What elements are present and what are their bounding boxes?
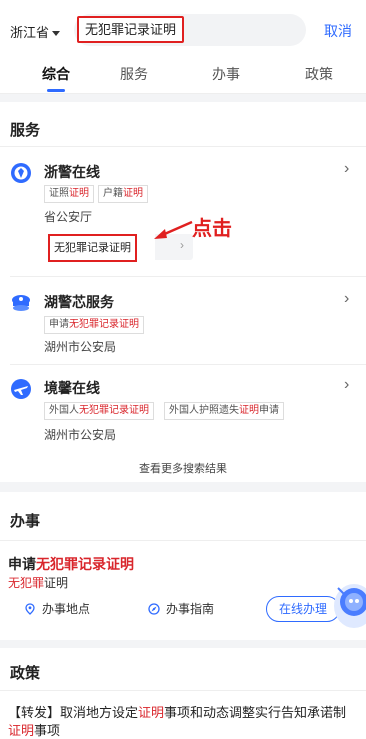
services-section: 服务 浙警在线 › 证照证明 户籍证明 省公安厅 › 无犯罪记录证明 点击 湖警… bbox=[0, 102, 366, 482]
tag-highlight: 证明 bbox=[239, 405, 259, 416]
compass-icon bbox=[148, 603, 160, 615]
tag-text: 外国人 bbox=[49, 405, 79, 416]
service-tag[interactable]: 外国人护照遗失证明申请 bbox=[164, 402, 284, 420]
affairs-item-subtitle: 无犯罪证明 bbox=[8, 574, 68, 591]
policy-item[interactable]: 【转发】取消地方设定证明事项和动态调整实行告知承诺制证明事项 bbox=[8, 704, 358, 739]
service-name-jingxin[interactable]: 境馨在线 bbox=[44, 378, 100, 398]
location-action[interactable]: 办事地点 bbox=[24, 600, 90, 617]
selected-service-tag[interactable]: 无犯罪记录证明 bbox=[48, 234, 137, 262]
airplane-icon bbox=[11, 379, 31, 399]
tag-text: 申请 bbox=[259, 405, 279, 416]
policy-text: 【转发】取消地方设定 bbox=[8, 705, 139, 720]
tag-text: 户籍 bbox=[103, 188, 123, 199]
cancel-button[interactable]: 取消 bbox=[324, 21, 352, 41]
divider bbox=[10, 364, 366, 365]
title-highlight: 无犯罪记录证明 bbox=[36, 556, 134, 572]
tag-highlight: 证明 bbox=[69, 188, 89, 199]
service-org: 湖州市公安局 bbox=[44, 340, 117, 354]
affairs-item-title[interactable]: 申请无犯罪记录证明 bbox=[8, 554, 134, 574]
result-tabs: 综合 服务 办事 政策 bbox=[0, 58, 366, 94]
guide-action[interactable]: 办事指南 bbox=[148, 600, 214, 617]
online-apply-button[interactable]: 在线办理 bbox=[266, 596, 340, 622]
service-tag[interactable]: 户籍证明 bbox=[98, 185, 148, 203]
assistant-robot-icon[interactable] bbox=[330, 572, 366, 632]
divider bbox=[10, 276, 366, 277]
tab-policy[interactable]: 政策 bbox=[305, 64, 333, 84]
divider bbox=[0, 690, 366, 691]
subtitle-highlight: 无犯罪 bbox=[8, 576, 45, 590]
annotation-label: 点击 bbox=[192, 218, 232, 240]
service-tag[interactable]: 外国人无犯罪记录证明 bbox=[44, 402, 154, 420]
service-tag[interactable]: 证照证明 bbox=[44, 185, 94, 203]
policy-text: 事项和动态调整实行告知承诺 bbox=[164, 705, 334, 720]
policy-text: 事项 bbox=[34, 723, 61, 738]
service-name-zhejing[interactable]: 浙警在线 bbox=[44, 162, 100, 182]
location-label: 办事地点 bbox=[42, 602, 91, 616]
location-pin-icon bbox=[25, 603, 35, 615]
annotation-arrow-icon bbox=[154, 220, 193, 239]
subtitle-rest: 证明 bbox=[44, 576, 69, 590]
region-selector[interactable]: 浙江省 bbox=[10, 22, 61, 41]
active-tab-indicator bbox=[47, 89, 65, 92]
more-results-link[interactable]: 查看更多搜索结果 bbox=[0, 460, 366, 476]
tag-text: 外国人护照遗失 bbox=[169, 405, 239, 416]
affairs-section: 办事 申请无犯罪记录证明 无犯罪证明 办事地点 办事指南 在线办理 bbox=[0, 492, 366, 640]
divider bbox=[0, 146, 366, 147]
policy-text: 制 bbox=[333, 705, 347, 720]
services-title: 服务 bbox=[10, 122, 41, 139]
policy-section: 政策 【转发】取消地方设定证明事项和动态调整实行告知承诺制证明事项 bbox=[0, 648, 366, 739]
policy-title: 政策 bbox=[10, 665, 41, 682]
service-name-hujingxin[interactable]: 湖警芯服务 bbox=[44, 292, 114, 312]
police-cap-icon bbox=[12, 295, 30, 311]
tag-highlight: 无犯罪记录证明 bbox=[69, 319, 139, 330]
tab-affairs[interactable]: 办事 bbox=[212, 64, 240, 84]
tab-services[interactable]: 服务 bbox=[120, 64, 148, 84]
service-org: 省公安厅 bbox=[44, 210, 93, 224]
chevron-right-icon[interactable]: › bbox=[344, 290, 349, 308]
tag-highlight: 无犯罪记录证明 bbox=[79, 405, 149, 416]
policy-highlight: 证明 bbox=[8, 723, 35, 738]
chevron-right-icon[interactable]: › bbox=[344, 160, 349, 178]
policy-highlight: 证明 bbox=[138, 705, 165, 720]
service-tag[interactable]: 申请无犯罪记录证明 bbox=[44, 316, 144, 334]
divider bbox=[0, 540, 366, 541]
tag-text: 申请 bbox=[49, 319, 69, 330]
chevron-right-icon[interactable]: › bbox=[344, 376, 349, 394]
tag-text: 证照 bbox=[49, 188, 69, 199]
affairs-title: 办事 bbox=[10, 513, 41, 530]
tab-comprehensive[interactable]: 综合 bbox=[42, 64, 70, 84]
search-input[interactable]: 无犯罪记录证明 bbox=[77, 16, 185, 43]
police-badge-icon bbox=[11, 163, 31, 183]
top-bar: 浙江省 无犯罪记录证明 取消 bbox=[0, 0, 366, 58]
region-label: 浙江省 bbox=[10, 25, 50, 40]
title-prefix: 申请 bbox=[8, 556, 36, 572]
service-org: 湖州市公安局 bbox=[44, 428, 117, 442]
tag-highlight: 证明 bbox=[123, 188, 143, 199]
caret-down-icon bbox=[52, 31, 61, 37]
guide-label: 办事指南 bbox=[166, 602, 215, 616]
